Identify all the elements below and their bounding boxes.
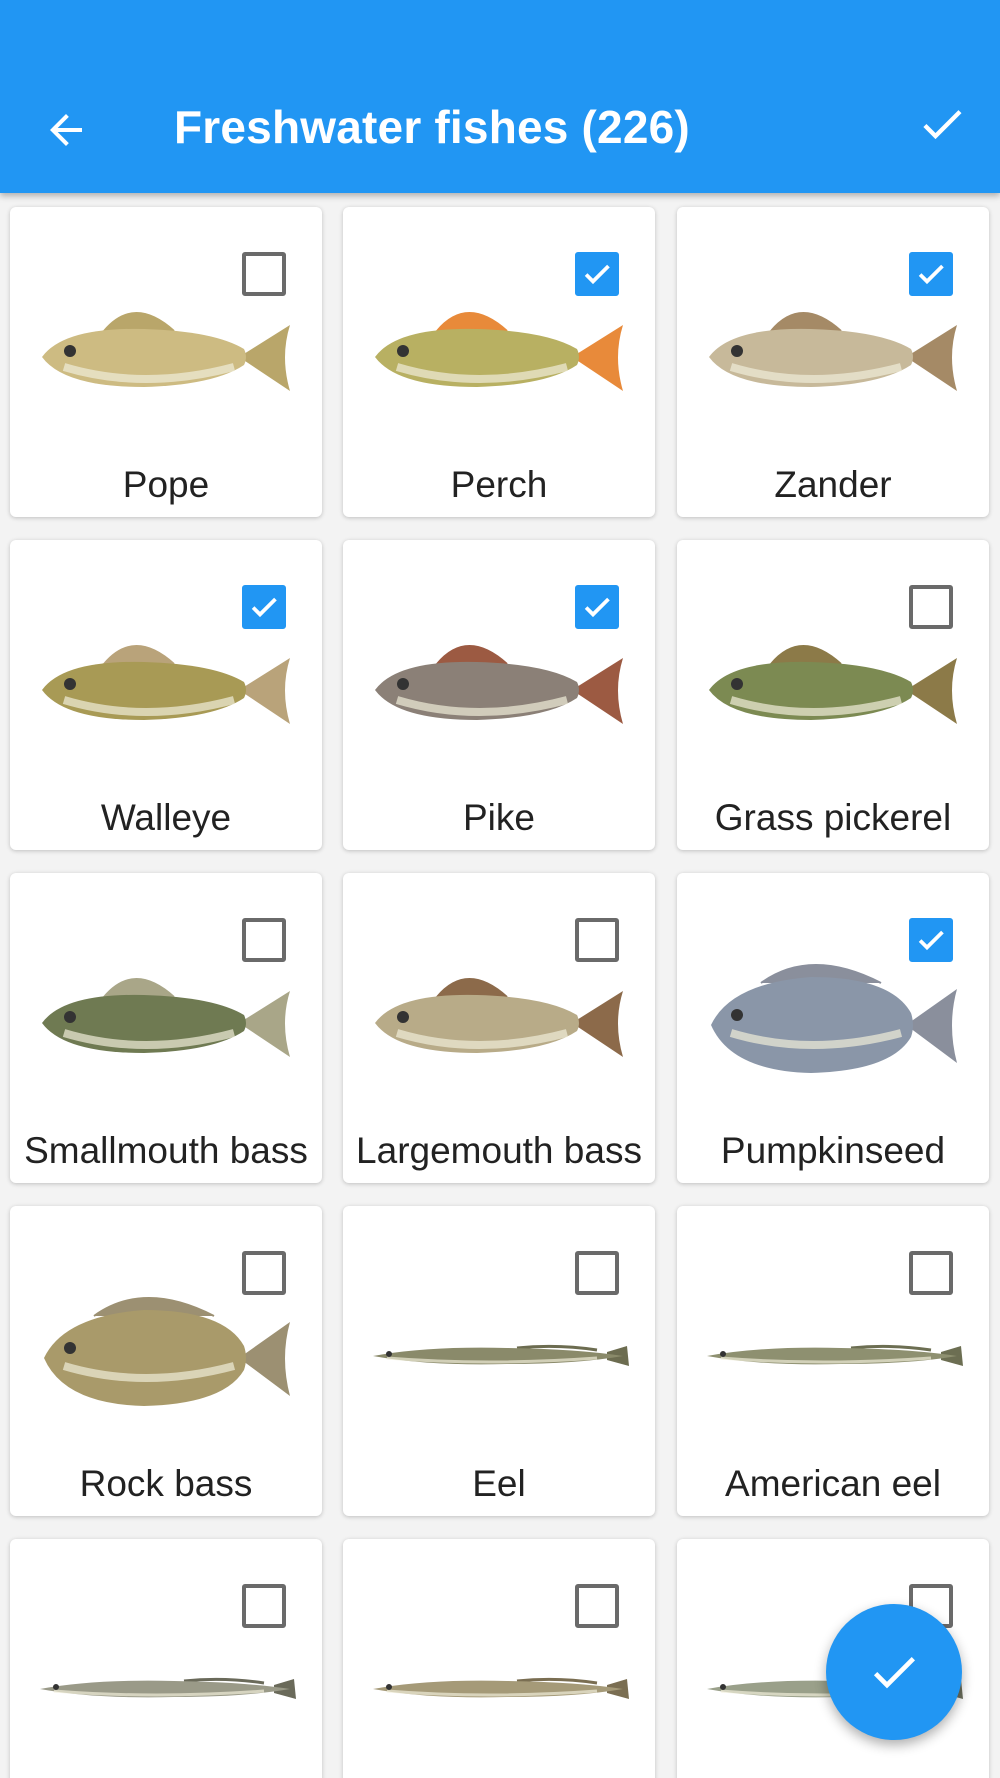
fish-image xyxy=(375,645,623,724)
page-title: Freshwater fishes (226) xyxy=(174,101,690,153)
fish-name: American eel xyxy=(725,1463,941,1504)
fish-card[interactable]: Caspian xyxy=(343,1539,655,1778)
check-icon xyxy=(584,264,610,285)
fish-name: Largemouth bass xyxy=(356,1130,642,1171)
app-bar: Freshwater fishes (226) xyxy=(0,0,1000,193)
check-icon xyxy=(873,1657,915,1689)
fish-name: Rock bass xyxy=(79,1463,253,1504)
fish-name: Pope xyxy=(122,464,210,505)
fish-name: Smallmouth bass xyxy=(24,1130,308,1171)
fish-image xyxy=(375,312,623,391)
check-icon xyxy=(918,264,944,285)
fish-card[interactable]: Smallmouth bass xyxy=(10,873,322,1183)
fish-image xyxy=(711,964,957,1073)
fish-name: Pumpkinseed xyxy=(720,1130,946,1171)
fish-card[interactable] xyxy=(10,1539,322,1778)
fish-card[interactable]: Zander xyxy=(677,207,989,517)
check-icon xyxy=(251,597,277,618)
fish-card[interactable]: Perch xyxy=(343,207,655,517)
fish-image xyxy=(375,978,623,1057)
confirm-fab[interactable] xyxy=(826,1604,962,1740)
check-icon xyxy=(584,597,610,618)
fish-card[interactable]: Rock bass xyxy=(10,1206,322,1516)
check-icon xyxy=(923,110,962,140)
fish-image xyxy=(42,978,290,1057)
fish-card[interactable]: American eel xyxy=(677,1206,989,1516)
fish-card[interactable]: Eel xyxy=(343,1206,655,1516)
fish-name: Pike xyxy=(463,797,535,838)
fish-card[interactable]: Pike xyxy=(343,540,655,850)
back-button[interactable] xyxy=(38,102,94,158)
fish-image xyxy=(707,1344,963,1366)
fish-name: Walleye xyxy=(100,797,232,838)
fish-grid: Pope Perch Zander Walleye Pike Grass pickerel… xyxy=(0,193,1000,1778)
fish-name: Eel xyxy=(472,1463,526,1504)
check-icon xyxy=(918,930,944,951)
fish-card[interactable]: Grass pickerel xyxy=(677,540,989,850)
fish-image xyxy=(373,1677,629,1699)
fish-card[interactable]: Pope xyxy=(10,207,322,517)
fish-image xyxy=(373,1344,629,1366)
fish-card[interactable]: Pumpkinseed xyxy=(677,873,989,1183)
fish-image xyxy=(709,312,957,391)
fish-image xyxy=(42,312,290,391)
fish-card[interactable]: Walleye xyxy=(10,540,322,850)
arrow-back-icon xyxy=(50,114,82,146)
fish-name: Perch xyxy=(450,464,548,505)
fish-name: Zander xyxy=(774,464,892,505)
fish-name: Grass pickerel xyxy=(714,797,952,838)
fish-card[interactable]: Largemouth bass xyxy=(343,873,655,1183)
fish-image xyxy=(42,645,290,724)
fish-image xyxy=(40,1677,296,1699)
fish-image xyxy=(709,645,957,724)
confirm-button[interactable] xyxy=(914,96,970,152)
fish-image xyxy=(44,1297,290,1406)
